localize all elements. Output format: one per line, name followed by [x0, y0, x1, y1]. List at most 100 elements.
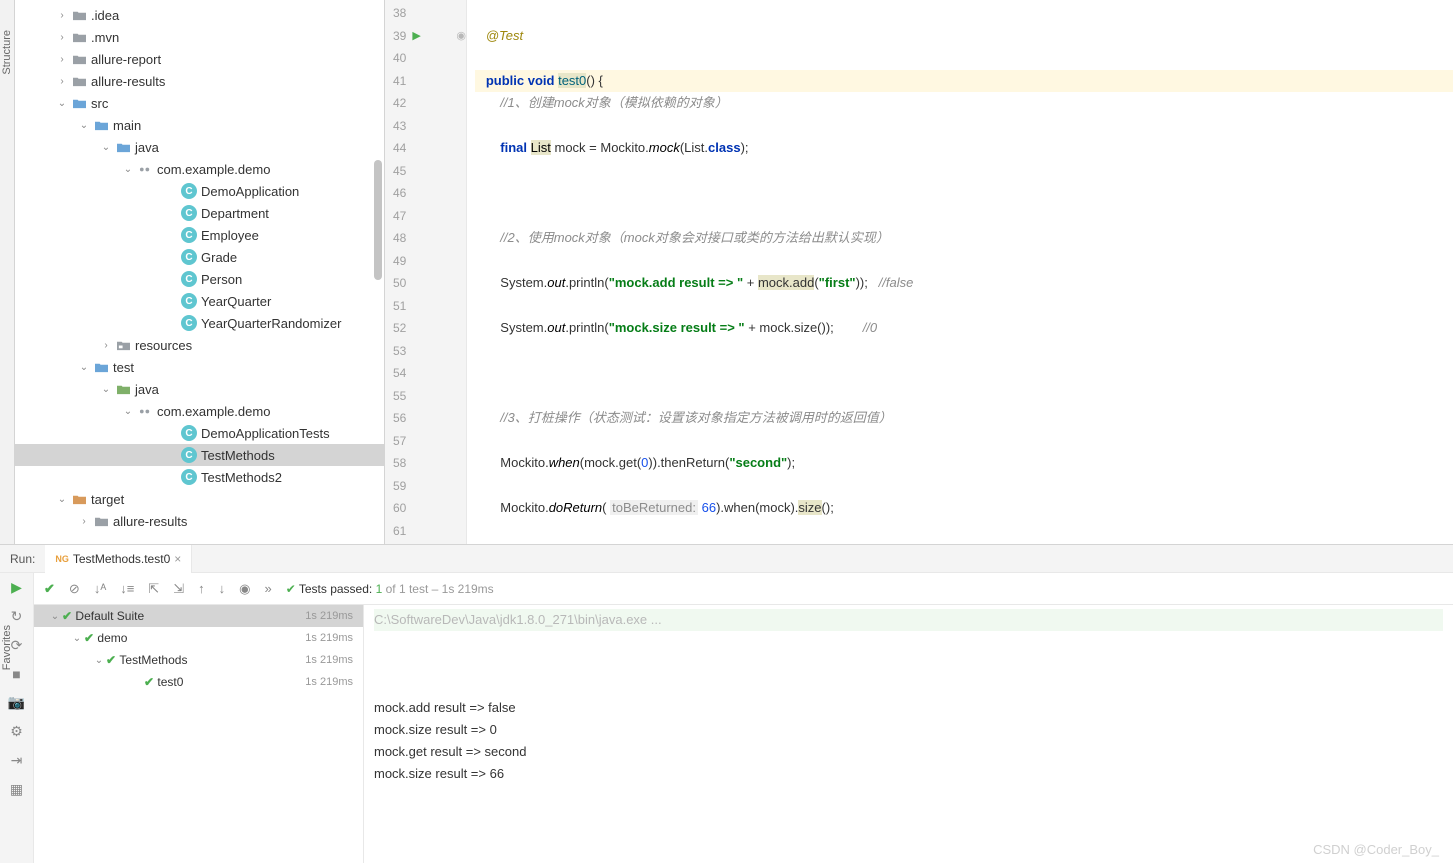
tree-scrollbar[interactable]: [374, 160, 382, 280]
console-output[interactable]: C:\SoftwareDev\Java\jdk1.8.0_271\bin\jav…: [364, 605, 1453, 863]
tree-arrow-icon[interactable]: ›: [101, 340, 111, 351]
test-arrow-icon[interactable]: ⌄: [70, 633, 84, 644]
tree-item-main[interactable]: ⌄main: [15, 114, 384, 136]
test-toolbar[interactable]: ✔ ⊘ ↓ᴬ ↓≡ ⇱ ⇲ ↑ ↓ ◉ » ✔ Tests passed: 1 …: [34, 573, 1453, 605]
gutter-line-41[interactable]: 41: [385, 70, 466, 93]
tree-item-YearQuarterRandomizer[interactable]: CYearQuarterRandomizer: [15, 312, 384, 334]
tree-item-allure-results[interactable]: ›allure-results: [15, 510, 384, 532]
tree-arrow-icon[interactable]: ›: [57, 10, 67, 21]
rerun-failed-icon[interactable]: ↻: [11, 608, 23, 625]
gutter-line-46[interactable]: 46: [385, 182, 466, 205]
gutter-line-56[interactable]: 56: [385, 407, 466, 430]
test-node-demo[interactable]: ⌄✔ demo1s 219ms: [34, 627, 363, 649]
tree-arrow-icon[interactable]: ⌄: [123, 164, 133, 175]
tree-item-Person[interactable]: CPerson: [15, 268, 384, 290]
tree-item-java[interactable]: ⌄java: [15, 136, 384, 158]
tree-item-DemoApplicationTests[interactable]: CDemoApplicationTests: [15, 422, 384, 444]
gutter-line-51[interactable]: 51: [385, 295, 466, 318]
tree-item-TestMethods[interactable]: CTestMethods: [15, 444, 384, 466]
gutter-line-53[interactable]: 53: [385, 340, 466, 363]
favorites-tab[interactable]: Favorites: [1, 625, 13, 670]
more-tests-icon[interactable]: »: [264, 581, 271, 596]
gutter-line-50[interactable]: 50: [385, 272, 466, 295]
tree-item-resources[interactable]: ›resources: [15, 334, 384, 356]
dump-icon[interactable]: 📷: [8, 694, 25, 711]
tree-arrow-icon[interactable]: ›: [57, 54, 67, 65]
tree-arrow-icon[interactable]: ›: [79, 516, 89, 527]
test-arrow-icon[interactable]: ⌄: [48, 611, 62, 622]
code-area[interactable]: @Test public void test0() { //1、创建mock对象…: [467, 0, 1453, 544]
gutter-line-39[interactable]: 39▶◉: [385, 25, 466, 48]
gutter-line-45[interactable]: 45: [385, 160, 466, 183]
tree-item-allure-report[interactable]: ›allure-report: [15, 48, 384, 70]
tree-arrow-icon[interactable]: ⌄: [57, 98, 67, 109]
test-node-test0[interactable]: ✔ test01s 219ms: [34, 671, 363, 693]
tree-arrow-icon[interactable]: ⌄: [79, 120, 89, 131]
tree-item-com-example-demo[interactable]: ⌄com.example.demo: [15, 400, 384, 422]
test-tree[interactable]: ⌄✔ Default Suite1s 219ms⌄✔ demo1s 219ms⌄…: [34, 605, 364, 863]
tree-item-Grade[interactable]: CGrade: [15, 246, 384, 268]
gutter-line-59[interactable]: 59: [385, 475, 466, 498]
rerun-icon[interactable]: ▶: [11, 579, 22, 596]
tree-item-java[interactable]: ⌄java: [15, 378, 384, 400]
tree-arrow-icon[interactable]: ⌄: [101, 142, 111, 153]
tree-arrow-icon[interactable]: ⌄: [79, 362, 89, 373]
test-node-Default-Suite[interactable]: ⌄✔ Default Suite1s 219ms: [34, 605, 363, 627]
show-ignored-icon[interactable]: ⊘: [69, 581, 80, 597]
editor-gutter[interactable]: 3839▶◉4041424344454647484950515253545556…: [385, 0, 467, 544]
gutter-line-52[interactable]: 52: [385, 317, 466, 340]
sort-dur-icon[interactable]: ↓≡: [120, 581, 134, 596]
prev-icon[interactable]: ↑: [198, 581, 205, 596]
project-tree[interactable]: ›.idea›.mvn›allure-report›allure-results…: [15, 0, 385, 544]
test-node-TestMethods[interactable]: ⌄✔ TestMethods1s 219ms: [34, 649, 363, 671]
settings-icon[interactable]: ⚙: [10, 723, 23, 740]
sort-alpha-icon[interactable]: ↓ᴬ: [94, 581, 106, 596]
run-tab[interactable]: NG TestMethods.test0 ×: [45, 545, 192, 573]
tree-arrow-icon[interactable]: ⌄: [101, 384, 111, 395]
tree-arrow-icon[interactable]: ›: [57, 76, 67, 87]
gutter-line-57[interactable]: 57: [385, 430, 466, 453]
gutter-line-58[interactable]: 58: [385, 452, 466, 475]
tree-arrow-icon[interactable]: ⌄: [123, 406, 133, 417]
stop-icon[interactable]: ■: [12, 666, 20, 682]
show-passed-icon[interactable]: ✔: [44, 581, 55, 597]
tree-arrow-icon[interactable]: ⌄: [57, 494, 67, 505]
next-icon[interactable]: ↓: [219, 581, 226, 596]
tree-item-allure-results[interactable]: ›allure-results: [15, 70, 384, 92]
tree-item-TestMethods2[interactable]: CTestMethods2: [15, 466, 384, 488]
gutter-line-42[interactable]: 42: [385, 92, 466, 115]
run-line-icon[interactable]: ▶: [412, 29, 420, 42]
tree-item-Employee[interactable]: CEmployee: [15, 224, 384, 246]
gutter-line-47[interactable]: 47: [385, 205, 466, 228]
tree-item-Department[interactable]: CDepartment: [15, 202, 384, 224]
tree-arrow-icon[interactable]: ›: [57, 32, 67, 43]
tree-item-target[interactable]: ⌄target: [15, 488, 384, 510]
gutter-line-54[interactable]: 54: [385, 362, 466, 385]
gutter-line-40[interactable]: 40: [385, 47, 466, 70]
tree-item-com-example-demo[interactable]: ⌄com.example.demo: [15, 158, 384, 180]
close-icon[interactable]: ×: [174, 552, 181, 566]
gutter-line-48[interactable]: 48: [385, 227, 466, 250]
test-arrow-icon[interactable]: ⌄: [92, 655, 106, 666]
gutter-line-60[interactable]: 60: [385, 497, 466, 520]
export-icon[interactable]: ◉: [239, 581, 250, 597]
tree-item--mvn[interactable]: ›.mvn: [15, 26, 384, 48]
gutter-line-61[interactable]: 61: [385, 520, 466, 543]
expand-icon[interactable]: ⇱: [148, 581, 159, 597]
more-icon[interactable]: ▦: [10, 781, 23, 798]
pin-icon[interactable]: ⇥: [11, 752, 23, 769]
tool-window-bar[interactable]: Structure Favorites: [0, 0, 15, 544]
tree-item-test[interactable]: ⌄test: [15, 356, 384, 378]
gutter-line-44[interactable]: 44: [385, 137, 466, 160]
tree-item-src[interactable]: ⌄src: [15, 92, 384, 114]
tree-item-DemoApplication[interactable]: CDemoApplication: [15, 180, 384, 202]
gutter-line-43[interactable]: 43: [385, 115, 466, 138]
gutter-line-55[interactable]: 55: [385, 385, 466, 408]
collapse-icon[interactable]: ⇲: [173, 581, 184, 597]
gutter-line-38[interactable]: 38: [385, 2, 466, 25]
structure-tab[interactable]: Structure: [1, 30, 13, 75]
gutter-line-49[interactable]: 49: [385, 250, 466, 273]
tree-item--idea[interactable]: ›.idea: [15, 4, 384, 26]
run-side-toolbar[interactable]: ▶ ↻ ⟳ ■ 📷 ⚙ ⇥ ▦: [0, 573, 34, 863]
tree-item-YearQuarter[interactable]: CYearQuarter: [15, 290, 384, 312]
